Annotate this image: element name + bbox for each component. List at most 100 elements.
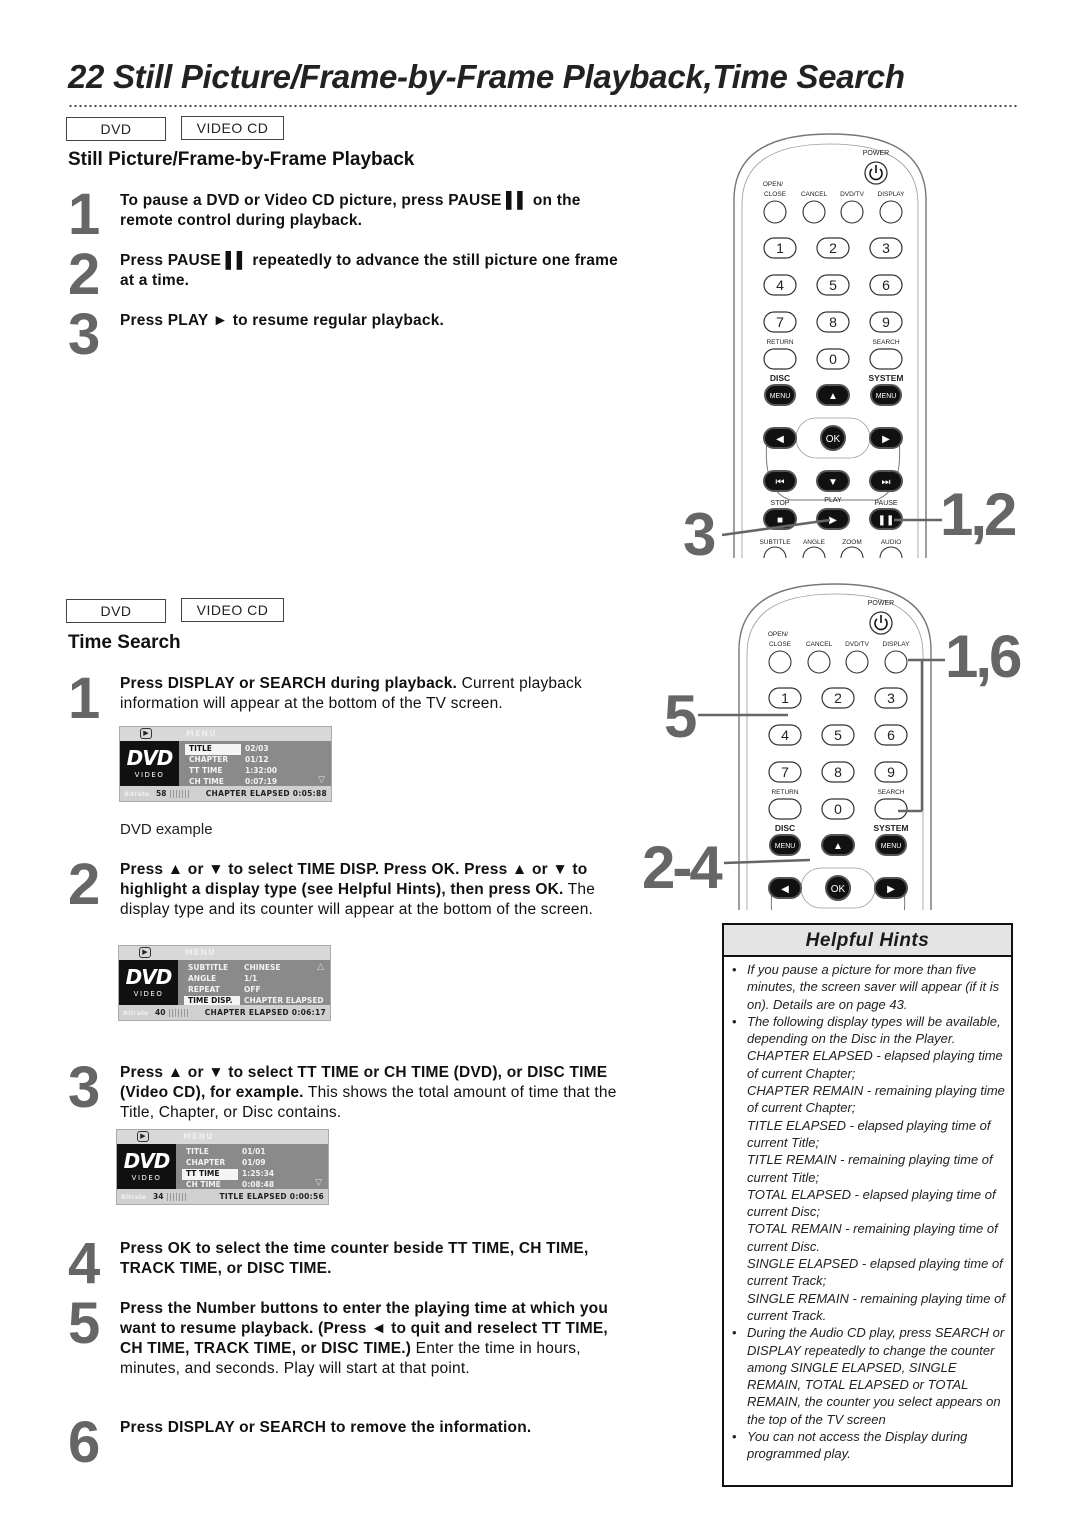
digit-label: 8 — [829, 314, 837, 330]
osd-row: TT TIME 1:32:00 — [189, 766, 278, 775]
step-number: 1 — [68, 666, 100, 731]
step-item: 2 Press PAUSE ▌▌ repeatedly to advance t… — [68, 242, 628, 307]
step-number: 5 — [68, 1291, 100, 1356]
hint-text: The following display types will be avai… — [747, 1013, 1001, 1047]
return-button — [763, 348, 797, 370]
dvd-video-logo: DVD VIDEO — [117, 1144, 176, 1191]
helpful-hints-box: Helpful Hints • If you pause a picture fo… — [722, 923, 1013, 1487]
play-icon: ▶ — [140, 728, 152, 739]
hint-display-type: CHAPTER ELAPSED - elapsed playing time o… — [747, 1048, 1003, 1081]
remote-label: DISC — [770, 373, 790, 383]
step-instruction: Press ▲ or ▼ to select TIME DISP. Press … — [120, 861, 588, 898]
bitrate-bars-icon — [170, 789, 190, 798]
osd-row: CHAPTER 01/09 — [186, 1158, 266, 1167]
osd-menu-label: MENU — [183, 1132, 214, 1141]
digit-label: 1 — [776, 240, 784, 256]
remote-button-cancel — [802, 200, 826, 224]
osd-bitrate: 34 — [153, 1192, 164, 1201]
osd-menu-label: MENU — [185, 948, 216, 957]
hint-item: • You can not access the Display during p… — [730, 1428, 1005, 1463]
hint-display-type: SINGLE REMAIN - remaining playing time o… — [747, 1290, 1005, 1323]
dvd-video-logo: DVD VIDEO — [119, 960, 178, 1007]
menu-label: MENU — [770, 393, 791, 400]
hint-text: You can not access the Display during pr… — [747, 1429, 968, 1462]
digit-label: 4 — [776, 277, 784, 293]
osd-screenshot-time-disp: ▶ MENU DVD VIDEO SUBTITLE CHINESE ANGLE 1/1 … — [118, 945, 331, 1021]
hint-item: • If you pause a picture for more than fi… — [730, 961, 1005, 1013]
step-number: 6 — [68, 1410, 100, 1475]
digit-label: 2 — [829, 240, 837, 256]
osd-foot-label: Bitrate — [123, 1008, 149, 1017]
remote-button-open-close — [763, 200, 787, 224]
step-number: 2 — [68, 242, 100, 307]
hint-display-type: CHAPTER REMAIN - remaining playing time … — [747, 1083, 1005, 1116]
hint-display-type: TOTAL ELAPSED - elapsed playing time of … — [747, 1186, 996, 1220]
hint-display-type: SINGLE ELAPSED - elapsed playing time of… — [747, 1256, 1003, 1289]
section-heading-still-picture: Still Picture/Frame-by-Frame Playback — [68, 149, 415, 170]
remote-label: DVD/TV — [840, 191, 865, 198]
search-button — [869, 348, 903, 370]
step-item: 3 Press ▲ or ▼ to select TT TIME or CH T… — [68, 1055, 628, 1123]
osd-row: TT TIME 1:25:34 — [182, 1169, 322, 1180]
step-number: 3 — [68, 1055, 100, 1120]
bullet-icon: • — [732, 1325, 737, 1341]
osd-row: ANGLE 1/1 — [188, 974, 258, 983]
step-number: 3 — [68, 302, 100, 367]
scroll-down-icon: ▽ — [318, 775, 325, 785]
osd-screenshot-tt-time: ▶ MENU DVD VIDEO TITLE 01/01 CHAPTER 01/09 T… — [116, 1129, 329, 1205]
osd-foot-label: Bitrate — [121, 1192, 147, 1201]
section-heading-time-search: Time Search — [68, 632, 181, 653]
digit-label: 6 — [882, 277, 890, 293]
step-item: 1 To pause a DVD or Video CD picture, pr… — [68, 186, 628, 244]
step-number: 2 — [68, 852, 100, 917]
bitrate-bars-icon — [169, 1008, 189, 1017]
disc-type-tag-videocd: VIDEO CD — [181, 598, 284, 622]
step-item: 5 Press the Number buttons to enter the … — [68, 1291, 628, 1379]
scroll-down-icon: ▽ — [315, 1178, 322, 1188]
osd-foot-label: Bitrate — [124, 789, 150, 798]
digit-label: 3 — [882, 240, 890, 256]
power-label: POWER — [863, 150, 889, 157]
step-item: 3 Press PLAY ► to resume regular playbac… — [68, 302, 628, 367]
callout-leader-lines — [698, 518, 945, 865]
osd-row: TITLE 01/01 — [186, 1147, 266, 1156]
dotted-divider — [68, 104, 1018, 108]
osd-status: CHAPTER ELAPSED 0:05:88 — [205, 789, 327, 798]
osd-row: CHAPTER 01/12 — [189, 755, 269, 764]
remote-label: RETURN — [766, 339, 793, 346]
right-arrow-icon: ▶ — [882, 434, 890, 445]
osd-row: SUBTITLE CHINESE — [188, 963, 281, 972]
osd-status: CHAPTER ELAPSED 0:06:17 — [204, 1008, 326, 1017]
step-item: 2 Press ▲ or ▼ to select TIME DISP. Pres… — [68, 852, 628, 920]
remote-label: OPEN/ — [763, 181, 783, 188]
osd-row: TITLE 02/03 — [185, 744, 325, 755]
remote-label: SYSTEM — [869, 373, 904, 383]
left-arrow-icon: ◀ — [776, 434, 784, 445]
hint-display-type: TITLE REMAIN - remaining playing time of… — [747, 1152, 993, 1185]
step-instruction: Press PLAY ► to resume regular playback. — [120, 312, 445, 329]
hint-item: • The following display types will be ava… — [730, 1013, 1005, 1324]
step-instruction: Press PAUSE ▌▌ repeatedly to advance the… — [120, 252, 618, 289]
osd-status: TITLE ELAPSED 0:00:56 — [219, 1192, 324, 1201]
ok-label: OK — [826, 434, 841, 445]
bullet-icon: • — [732, 962, 737, 977]
leader-line — [723, 858, 811, 865]
step-item: 1 Press DISPLAY or SEARCH during playbac… — [68, 666, 628, 731]
osd-bitrate: 40 — [155, 1008, 166, 1017]
hint-text: During the Audio CD play, press SEARCH o… — [747, 1325, 1005, 1427]
step-instruction: Press DISPLAY or SEARCH to remove the in… — [120, 1419, 532, 1436]
play-icon: ▶ — [139, 947, 151, 958]
leader-line — [721, 518, 831, 537]
osd-caption: DVD example — [120, 821, 213, 838]
bullet-icon: • — [732, 1429, 737, 1445]
play-icon: ▶ — [137, 1131, 149, 1142]
disc-type-tag-dvd: DVD — [66, 599, 166, 623]
step-item: 6 Press DISPLAY or SEARCH to remove the … — [68, 1410, 628, 1475]
bullet-icon: • — [732, 1013, 737, 1029]
hint-item: • During the Audio CD play, press SEARCH … — [730, 1324, 1005, 1428]
remote-label: SEARCH — [872, 339, 899, 346]
osd-bitrate: 58 — [156, 789, 167, 798]
remote-label: CLOSE — [764, 191, 787, 198]
dvd-video-logo: DVD VIDEO — [120, 741, 179, 788]
step-instruction: To pause a DVD or Video CD picture, pres… — [120, 192, 581, 229]
